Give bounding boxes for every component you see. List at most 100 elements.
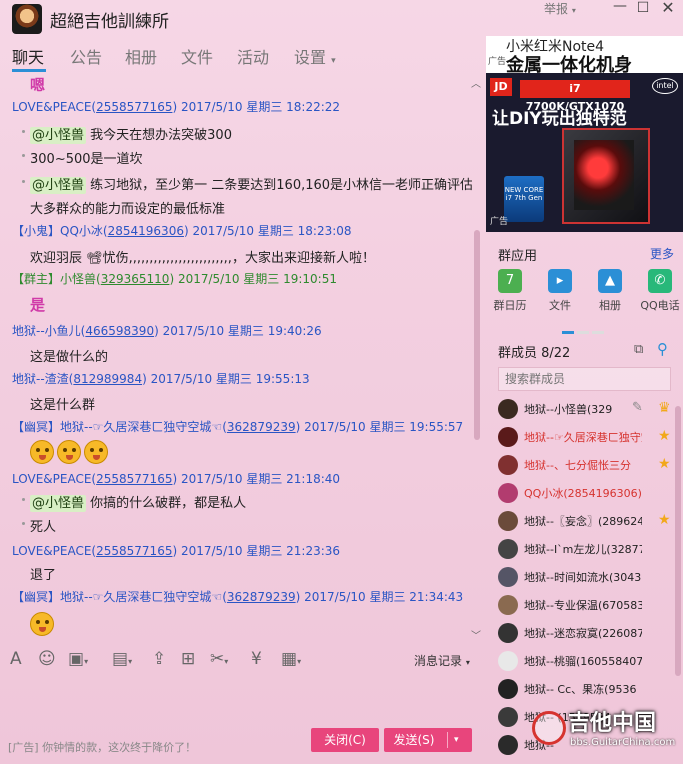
avatar[interactable] — [498, 455, 518, 475]
sender-qq-link[interactable]: 2854196306 — [108, 224, 184, 238]
sender-qq-link[interactable]: 329365110 — [101, 272, 170, 286]
input-ad-text[interactable]: [广告] 你钟情的款，这次终于降价了！ — [8, 739, 196, 755]
scroll-down-arrow-icon[interactable]: ﹀ — [471, 627, 481, 642]
chat-message: @小怪兽 我今天在想办法突破300 — [22, 124, 232, 144]
avatar[interactable] — [498, 623, 518, 643]
avatar[interactable] — [498, 679, 518, 699]
group-avatar[interactable] — [12, 4, 42, 34]
more-tools-icon[interactable]: ▦▾ — [281, 649, 301, 669]
avatar[interactable] — [498, 567, 518, 587]
maximize-button[interactable]: ☐ — [635, 0, 651, 16]
sender-name[interactable]: QQ小冰 — [60, 224, 103, 238]
sender-name[interactable]: 小怪兽 — [60, 272, 96, 286]
avatar[interactable] — [498, 735, 518, 755]
app-qq-call[interactable]: ✆ QQ电话 — [638, 269, 682, 313]
apps-pager[interactable] — [562, 323, 612, 334]
member-item[interactable]: 地狱--、七分倔怅三分 ★ — [498, 452, 683, 478]
chat-sender-line: LOVE&PEACE(2558577165) 2017/5/10 星期三 18:… — [12, 100, 341, 114]
scroll-up-arrow-icon[interactable]: ︿ — [471, 75, 481, 90]
report-button[interactable]: 举报 ▾ — [544, 0, 576, 17]
member-name: 地狱--小怪兽(329 — [524, 403, 613, 416]
member-item[interactable]: 地狱--小怪兽(329 ✎ ♛ — [498, 396, 683, 422]
message-input[interactable]: [广告] 你钟情的款，这次终于降价了！ 关闭(C) 发送(S) ▾ — [0, 678, 480, 764]
member-item[interactable]: 地狱--☞久居深巷ㄈ独守空城 ★ — [498, 424, 683, 450]
sender-name[interactable]: LOVE&PEACE — [12, 472, 91, 486]
watermark: 吉他中国 bbs.GuitarChina.com — [528, 705, 683, 760]
chat-sender-line: LOVE&PEACE(2558577165) 2017/5/10 星期三 21:… — [12, 544, 341, 558]
tab-album[interactable]: 相册 — [125, 44, 157, 68]
ad-banner[interactable]: 广告 小米红米Note4 金属一体化机身 JD i7 7700K/GTX1070… — [486, 36, 683, 232]
app-files[interactable]: ▸ 文件 — [538, 269, 582, 313]
minimize-button[interactable]: — — [612, 0, 628, 14]
app-calendar[interactable]: 7 群日历 — [488, 269, 532, 313]
mention-tag[interactable]: @小怪兽 — [30, 127, 87, 144]
font-icon[interactable]: A — [10, 649, 22, 669]
avatar[interactable] — [498, 651, 518, 671]
avatar[interactable] — [498, 399, 518, 419]
apps-more-link[interactable]: 更多 — [650, 245, 674, 262]
search-icon[interactable]: ⚲ — [657, 340, 668, 358]
upload-icon[interactable]: ⇪ — [152, 649, 166, 669]
chat-message: 300~500是一道坎 — [22, 148, 143, 167]
sender-name[interactable]: 地狱--小鱼儿 — [12, 324, 81, 338]
member-item[interactable]: 地狱--〖妄念〗(289624 ★ — [498, 508, 683, 534]
chat-history[interactable]: 嗯 LOVE&PEACE(2558577165) 2017/5/10 星期三 18… — [0, 74, 472, 638]
member-item[interactable]: 地狱--迷恋寂寞(2260875365) — [498, 620, 683, 646]
avatar[interactable] — [498, 483, 518, 503]
avatar[interactable] — [498, 595, 518, 615]
avatar[interactable] — [498, 511, 518, 531]
sender-name[interactable]: LOVE&PEACE — [12, 544, 91, 558]
member-item[interactable]: 地狱--专业保温(670583769) — [498, 592, 683, 618]
tab-settings[interactable]: 设置 ▾ — [294, 44, 336, 68]
message-history-button[interactable]: 消息记录 ▾ — [414, 652, 470, 669]
member-search-input[interactable] — [498, 367, 671, 391]
tab-announcement[interactable]: 公告 — [70, 44, 102, 68]
sender-qq-link[interactable]: 2558577165 — [96, 100, 172, 114]
close-button[interactable]: 关闭(C) — [311, 728, 379, 752]
tab-chat[interactable]: 聊天 — [12, 44, 44, 68]
member-item[interactable]: 地狱-- Cc、果冻(9536 — [498, 676, 683, 702]
sender-qq-link[interactable]: 2558577165 — [96, 472, 172, 486]
avatar[interactable] — [498, 707, 518, 727]
avatar[interactable] — [498, 427, 518, 447]
chevron-down-icon: ▾ — [224, 657, 229, 666]
mention-tag[interactable]: @小怪兽 — [30, 495, 87, 512]
member-item[interactable]: 地狱--桃骝(1605584074) — [498, 648, 683, 674]
message-time: 2017/5/10 星期三 19:55:13 — [150, 372, 310, 386]
red-packet-icon[interactable]: ¥ — [251, 649, 262, 669]
app-album[interactable]: ▲ 相册 — [588, 269, 632, 313]
member-list-scrollbar[interactable] — [675, 406, 681, 676]
sender-qq-link[interactable]: 812989984 — [73, 372, 142, 386]
gif-icon[interactable]: ▣▾ — [68, 649, 88, 669]
sender-qq-link[interactable]: 2558577165 — [96, 544, 172, 558]
sender-name[interactable]: 地狱--☞久居深巷ㄈ独守空城☜ — [60, 420, 222, 434]
member-item[interactable]: 地狱--时间如流水(30430589 — [498, 564, 683, 590]
member-name: 地狱--时间如流水(30430589 — [524, 571, 642, 584]
sender-name[interactable]: LOVE&PEACE — [12, 100, 91, 114]
send-button[interactable]: 发送(S) ▾ — [384, 728, 472, 752]
scissors-icon[interactable]: ✂▾ — [210, 649, 228, 669]
send-options-chevron-icon[interactable]: ▾ — [454, 728, 459, 752]
sender-qq-link[interactable]: 466598390 — [85, 324, 154, 338]
gift-icon[interactable]: ⊞ — [181, 649, 195, 669]
chevron-down-icon: ▾ — [128, 657, 133, 666]
emoji-icon[interactable]: ☺ — [38, 649, 56, 669]
sender-name[interactable]: 地狱--☞久居深巷ㄈ独守空城☜ — [60, 590, 222, 604]
mention-tag[interactable]: @小怪兽 — [30, 177, 87, 194]
chat-emoji-message — [30, 440, 111, 464]
sender-name[interactable]: 地狱--渣渣 — [12, 372, 69, 386]
avatar[interactable] — [498, 539, 518, 559]
edit-icon[interactable]: ✎ — [632, 400, 643, 415]
chat-scrollbar[interactable] — [474, 230, 480, 440]
member-name: QQ小冰(2854196306) — [524, 487, 642, 500]
sender-role: 【群主】 — [12, 272, 61, 286]
tab-files[interactable]: 文件 — [181, 44, 213, 68]
sender-qq-link[interactable]: 362879239 — [227, 420, 296, 434]
tab-activity[interactable]: 活动 — [237, 44, 269, 68]
member-item[interactable]: QQ小冰(2854196306) — [498, 480, 683, 506]
invite-member-icon[interactable]: ⧉ — [634, 342, 643, 357]
member-item[interactable]: 地狱--I`m左龙儿(328777126) — [498, 536, 683, 562]
close-window-button[interactable]: ✕ — [660, 0, 676, 17]
image-icon[interactable]: ▤▾ — [112, 649, 132, 669]
sender-qq-link[interactable]: 362879239 — [227, 590, 296, 604]
